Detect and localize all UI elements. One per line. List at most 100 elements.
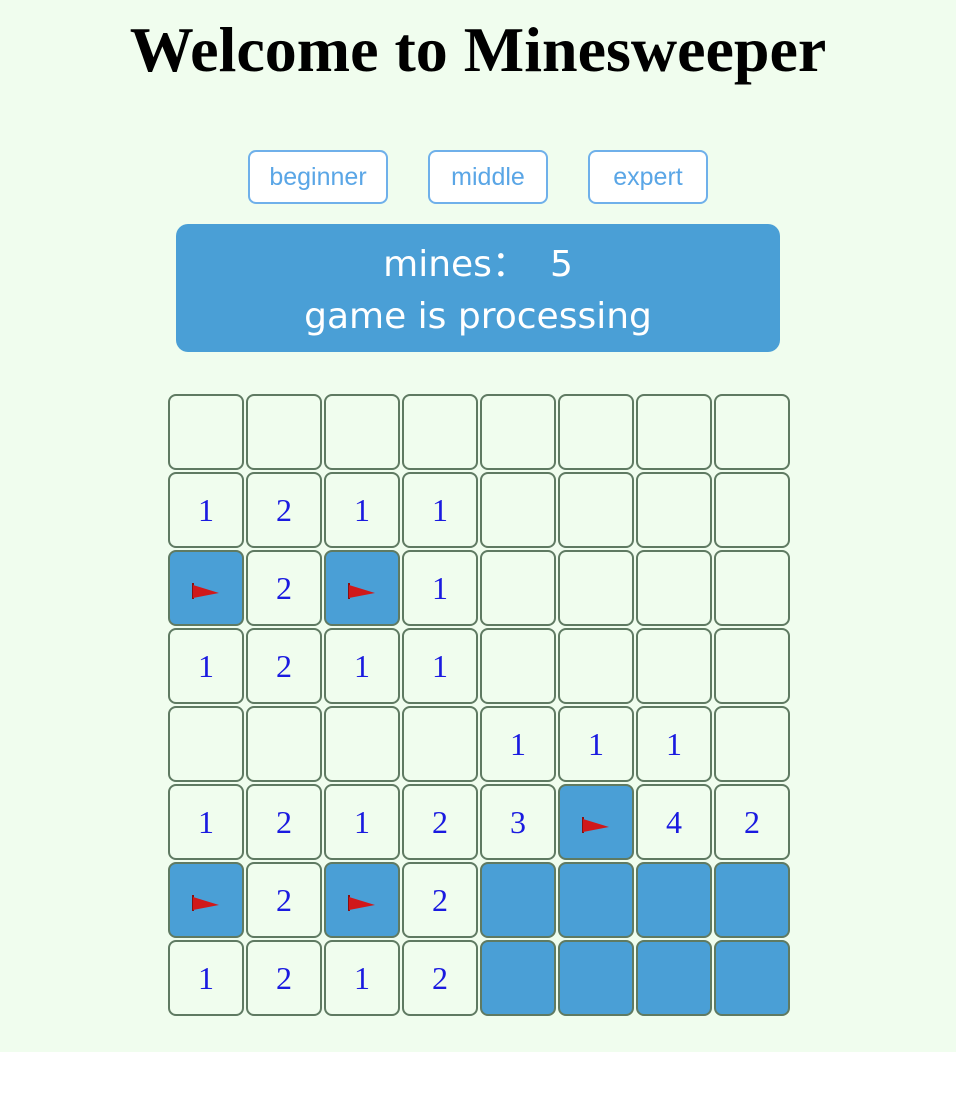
expert-button[interactable]: expert (588, 150, 708, 204)
cell-number[interactable]: 1 (168, 628, 244, 704)
cell-empty[interactable] (480, 628, 556, 704)
flag-icon (348, 583, 375, 599)
cell-empty[interactable] (168, 394, 244, 470)
cell-empty[interactable] (480, 472, 556, 548)
cell-number[interactable]: 2 (246, 472, 322, 548)
cell-number[interactable]: 2 (714, 784, 790, 860)
flag-icon (582, 817, 609, 833)
cell-flagged[interactable] (324, 550, 400, 626)
cell-number[interactable]: 1 (168, 472, 244, 548)
cell-number[interactable]: 2 (402, 784, 478, 860)
cell-empty[interactable] (324, 394, 400, 470)
cell-empty[interactable] (558, 628, 634, 704)
cell-empty[interactable] (636, 550, 712, 626)
cell-covered[interactable] (714, 862, 790, 938)
cell-covered[interactable] (558, 862, 634, 938)
cell-number-label: 1 (510, 725, 526, 762)
status-panel: mines： 5 game is processing (176, 224, 780, 352)
cell-number-label: 2 (432, 881, 448, 918)
cell-number[interactable]: 1 (324, 628, 400, 704)
cell-number[interactable]: 2 (402, 940, 478, 1016)
mines-counter: mines： 5 (176, 242, 780, 288)
cell-empty[interactable] (636, 394, 712, 470)
cell-number-label: 1 (432, 491, 448, 528)
cell-number-label: 1 (432, 647, 448, 684)
cell-number[interactable]: 2 (246, 550, 322, 626)
cell-covered[interactable] (480, 862, 556, 938)
flag-icon (348, 895, 375, 911)
cell-number-label: 2 (276, 803, 292, 840)
cell-number-label: 1 (666, 725, 682, 762)
cell-covered[interactable] (558, 940, 634, 1016)
middle-button[interactable]: middle (428, 150, 548, 204)
cell-empty[interactable] (480, 394, 556, 470)
cell-empty[interactable] (246, 394, 322, 470)
cell-number-label: 2 (744, 803, 760, 840)
cell-number-label: 2 (276, 491, 292, 528)
cell-flagged[interactable] (324, 862, 400, 938)
beginner-button[interactable]: beginner (248, 150, 388, 204)
cell-empty[interactable] (558, 472, 634, 548)
cell-number[interactable]: 1 (324, 784, 400, 860)
cell-number[interactable]: 1 (324, 940, 400, 1016)
cell-flagged[interactable] (168, 550, 244, 626)
cell-number[interactable]: 1 (402, 472, 478, 548)
cell-empty[interactable] (714, 706, 790, 782)
cell-number-label: 2 (276, 569, 292, 606)
cell-number[interactable]: 2 (246, 862, 322, 938)
mines-count: 5 (549, 244, 573, 285)
game-state-text: game is processing (304, 296, 652, 337)
cell-empty[interactable] (714, 550, 790, 626)
cell-empty[interactable] (246, 706, 322, 782)
cell-number-label: 2 (276, 959, 292, 996)
cell-number-label: 1 (198, 959, 214, 996)
cell-number[interactable]: 1 (636, 706, 712, 782)
cell-number-label: 1 (354, 491, 370, 528)
cell-flagged[interactable] (168, 862, 244, 938)
cell-number-label: 1 (354, 803, 370, 840)
cell-number[interactable]: 1 (168, 784, 244, 860)
cell-empty[interactable] (636, 628, 712, 704)
page-background: Welcome to Minesweeper beginner middle e… (0, 0, 956, 1052)
cell-number-label: 2 (432, 803, 448, 840)
cell-number[interactable]: 2 (402, 862, 478, 938)
cell-number-label: 1 (354, 647, 370, 684)
cell-number[interactable]: 1 (558, 706, 634, 782)
cell-covered[interactable] (480, 940, 556, 1016)
cell-empty[interactable] (636, 472, 712, 548)
cell-number[interactable]: 1 (324, 472, 400, 548)
cell-empty[interactable] (402, 706, 478, 782)
cell-number[interactable]: 1 (402, 550, 478, 626)
cell-empty[interactable] (324, 706, 400, 782)
cell-empty[interactable] (168, 706, 244, 782)
cell-covered[interactable] (714, 940, 790, 1016)
cell-empty[interactable] (558, 394, 634, 470)
cell-empty[interactable] (480, 550, 556, 626)
page-title: Welcome to Minesweeper (129, 14, 827, 85)
flag-icon (192, 895, 219, 911)
cell-number-label: 2 (432, 959, 448, 996)
cell-number-label: 1 (432, 569, 448, 606)
cell-empty[interactable] (714, 472, 790, 548)
cell-flagged[interactable] (558, 784, 634, 860)
cell-covered[interactable] (636, 862, 712, 938)
cell-number-label: 1 (354, 959, 370, 996)
cell-number-label: 2 (276, 647, 292, 684)
cell-number[interactable]: 3 (480, 784, 556, 860)
cell-number-label: 1 (588, 725, 604, 762)
cell-number[interactable]: 2 (246, 628, 322, 704)
cell-number[interactable]: 4 (636, 784, 712, 860)
cell-number[interactable]: 1 (402, 628, 478, 704)
cell-number[interactable]: 1 (480, 706, 556, 782)
cell-number[interactable]: 1 (168, 940, 244, 1016)
cell-empty[interactable] (714, 628, 790, 704)
cell-empty[interactable] (558, 550, 634, 626)
cell-empty[interactable] (714, 394, 790, 470)
mines-label: mines： (383, 244, 528, 285)
flag-icon (192, 583, 219, 599)
cell-covered[interactable] (636, 940, 712, 1016)
cell-number[interactable]: 2 (246, 940, 322, 1016)
cell-number[interactable]: 2 (246, 784, 322, 860)
cell-empty[interactable] (402, 394, 478, 470)
cell-number-label: 1 (198, 491, 214, 528)
